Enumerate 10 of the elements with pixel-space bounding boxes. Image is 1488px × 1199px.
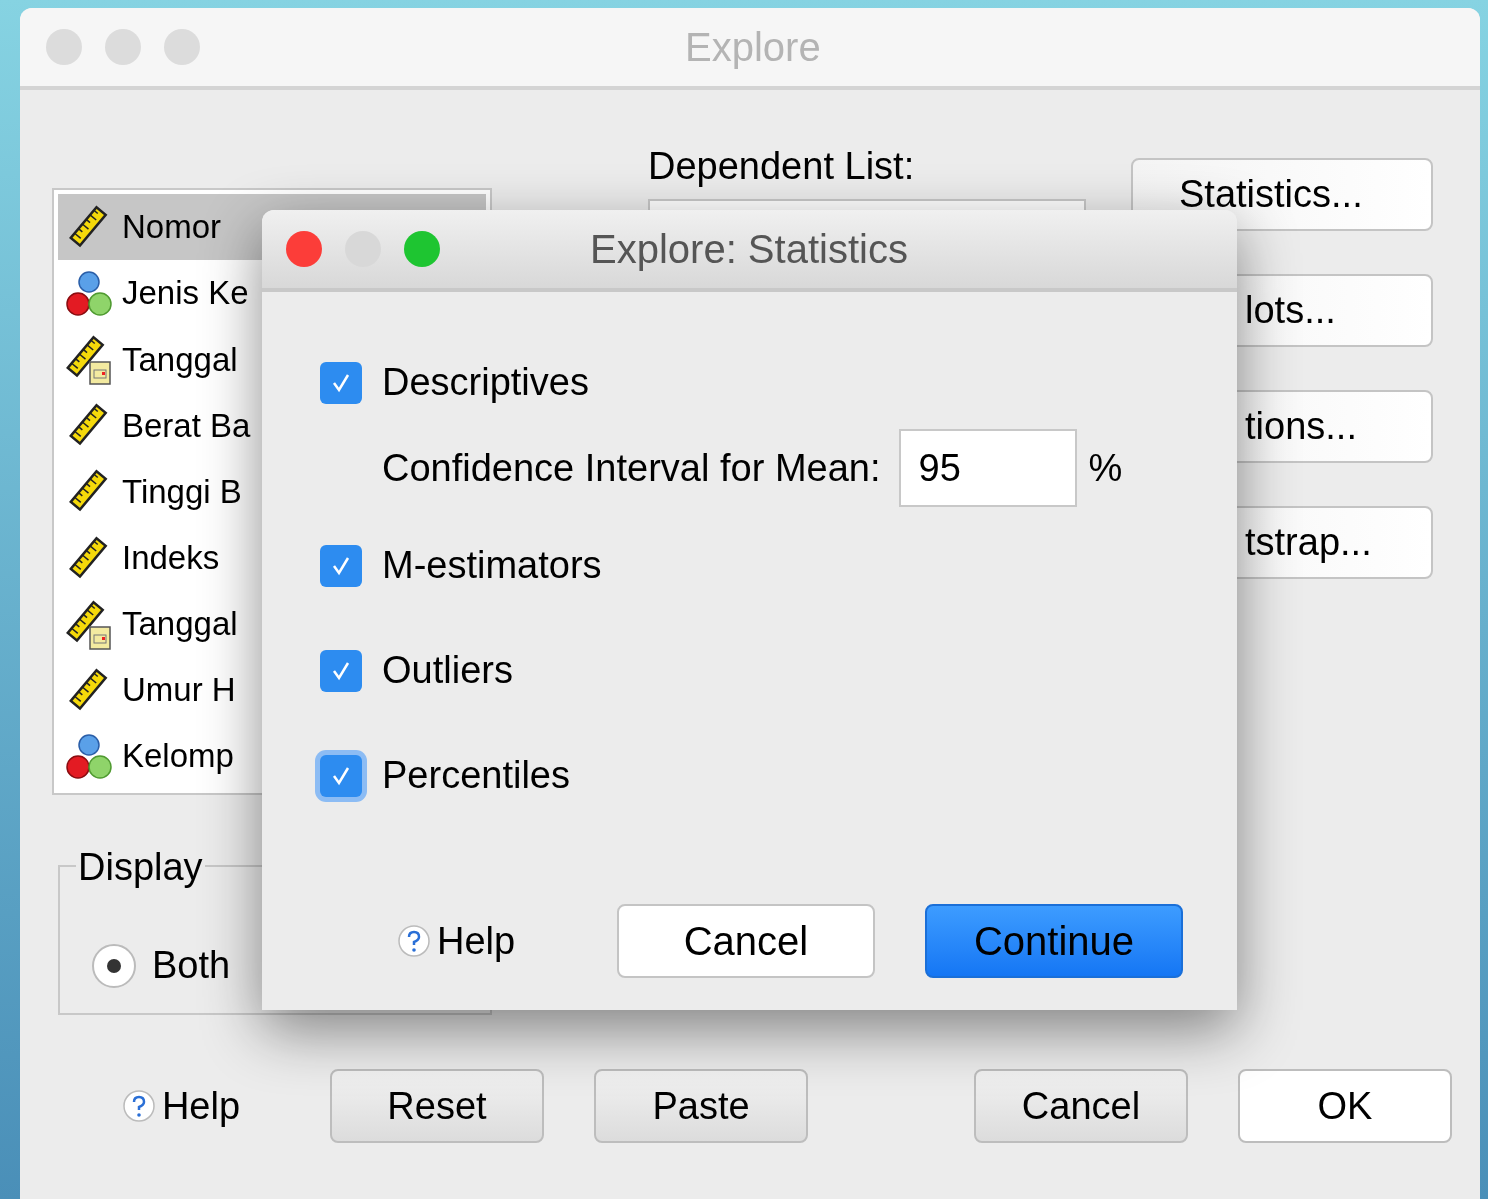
window-title: Explore: Statistics (590, 226, 908, 273)
percent-sign: % (1088, 445, 1123, 491)
radio-label: Both (152, 943, 231, 988)
window-title: Explore (685, 24, 821, 71)
checkbox-label: Descriptives (382, 360, 589, 405)
checkbox-label: M-estimators (382, 543, 602, 588)
checkbox-label: Outliers (382, 648, 513, 693)
checkbox-label: Percentiles (382, 753, 570, 798)
field-label: Confidence Interval for Mean: (382, 445, 881, 491)
list-label: Dependent List: (648, 144, 916, 189)
